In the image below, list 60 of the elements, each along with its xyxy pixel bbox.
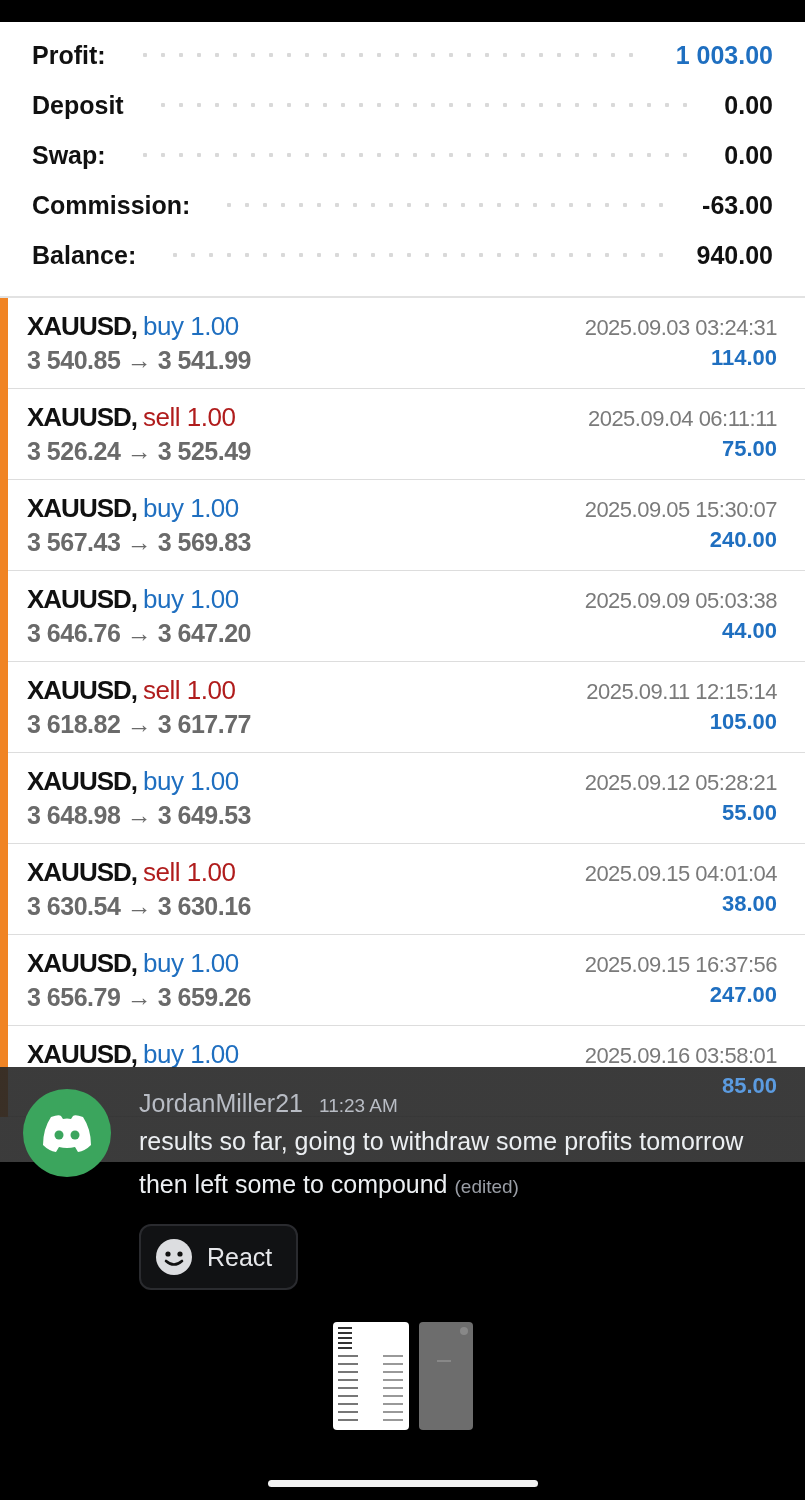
summary-label: Commission: <box>32 190 191 220</box>
deal-volume: buy 1.00 <box>143 1039 239 1070</box>
deal-prices: 3 618.82 → 3 617.77 <box>27 710 252 739</box>
deal-time: 2025.09.03 03:24:31 <box>584 315 777 341</box>
deal-profit: 85.00 <box>721 1073 777 1099</box>
message-time: 11:23 AM <box>318 1095 398 1117</box>
deal-time: 2025.09.05 15:30:07 <box>584 497 777 523</box>
message-text: results so far, going to withdraw some profits tomorrow then left some to compound (edited) <box>139 1126 745 1200</box>
deal-prices: 3 630.54 → 3 630.16 <box>27 892 252 921</box>
deal-volume: buy 1.00 <box>143 493 239 524</box>
deal-volume: sell 1.00 <box>143 857 236 888</box>
summary-value: 1 003.00 <box>675 40 773 70</box>
summary-value: -63.00 <box>702 190 773 220</box>
deal-volume: buy 1.00 <box>143 311 239 342</box>
deal-prices: 3 656.79 → 3 659.26 <box>27 983 252 1012</box>
summary-label: Balance: <box>32 240 137 270</box>
deal-prices: 3 540.85 → 3 541.99 <box>27 346 252 375</box>
deal-symbol: XAUUSD, <box>27 857 137 888</box>
deal-volume: buy 1.00 <box>143 766 239 797</box>
smiley-icon <box>155 1238 193 1276</box>
deal-time: 2025.09.12 05:28:21 <box>584 770 777 796</box>
deal-symbol: XAUUSD, <box>27 493 137 524</box>
message-author[interactable]: JordanMiller21 <box>139 1089 303 1118</box>
controller-icon <box>41 1113 93 1153</box>
deal-volume: buy 1.00 <box>143 948 239 979</box>
deal-symbol: XAUUSD, <box>27 948 137 979</box>
summary-value: 0.00 <box>724 90 773 120</box>
deal-profit: 75.00 <box>721 436 777 462</box>
summary-value: 0.00 <box>724 140 773 170</box>
deal-profit: 38.00 <box>721 891 777 917</box>
summary-label: Deposit <box>32 90 124 120</box>
deal-symbol: XAUUSD, <box>27 584 137 615</box>
deal-symbol: XAUUSD, <box>27 675 137 706</box>
summary-value: 940.00 <box>696 240 773 270</box>
deal-symbol: XAUUSD, <box>27 766 137 797</box>
deal-profit: 240.00 <box>709 527 777 553</box>
deal-profit: 55.00 <box>721 800 777 826</box>
summary-label: Swap: <box>32 140 106 170</box>
deal-profit: 247.00 <box>709 982 777 1008</box>
deal-prices: 3 648.98 → 3 649.53 <box>27 801 252 830</box>
deal-volume: sell 1.00 <box>143 675 236 706</box>
deal-profit: 114.00 <box>710 345 777 371</box>
deal-volume: buy 1.00 <box>143 584 239 615</box>
deal-symbol: XAUUSD, <box>27 311 137 342</box>
deal-prices: 3 526.24 → 3 525.49 <box>27 437 252 466</box>
deal-symbol: XAUUSD, <box>27 402 137 433</box>
deal-time: 2025.09.16 03:58:01 <box>584 1043 777 1069</box>
deal-prices: 3 646.76 → 3 647.20 <box>27 619 252 648</box>
deal-profit: 44.00 <box>721 618 777 644</box>
deal-profit: 105.00 <box>709 709 777 735</box>
deal-time: 2025.09.04 06:11:11 <box>587 406 777 432</box>
deal-prices: 3 567.43 → 3 569.83 <box>27 528 252 557</box>
deal-time: 2025.09.11 12:15:14 <box>586 679 777 705</box>
summary-label: Profit: <box>32 40 106 70</box>
deal-time: 2025.09.15 16:37:56 <box>584 952 777 978</box>
deal-time: 2025.09.15 04:01:04 <box>584 861 777 887</box>
react-button[interactable]: React <box>139 1224 299 1290</box>
deal-symbol: XAUUSD, <box>27 1039 137 1070</box>
deal-volume: sell 1.00 <box>143 402 236 433</box>
deal-time: 2025.09.09 05:03:38 <box>584 588 777 614</box>
